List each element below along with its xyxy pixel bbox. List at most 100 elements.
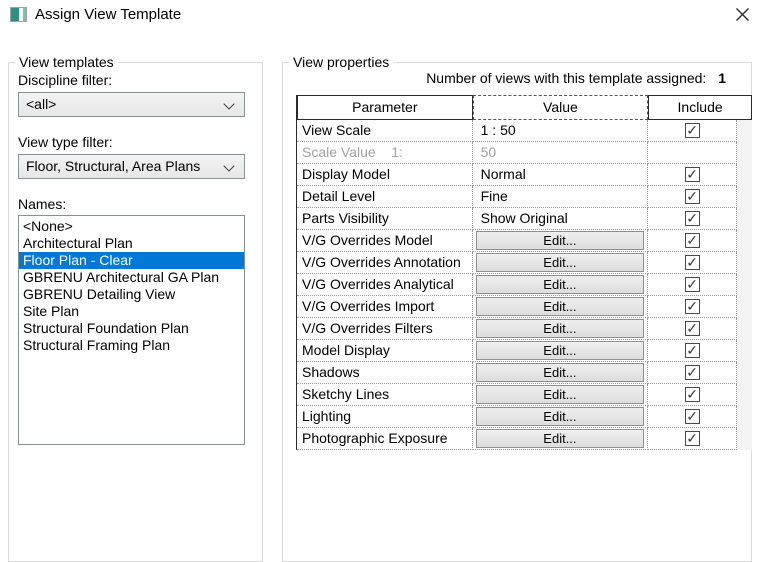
list-item[interactable]: Structural Framing Plan [19, 337, 244, 354]
view-type-filter-label: View type filter: [18, 134, 113, 150]
include-checkbox[interactable]: ✓ [684, 123, 700, 138]
table-row: View Scale 1 : 50 ✓ [297, 120, 752, 142]
include-cell: ✓ [648, 406, 738, 428]
include-checkbox[interactable]: ✓ [684, 409, 700, 424]
value-cell[interactable]: Fine [472, 186, 649, 208]
list-item[interactable]: Architectural Plan [19, 235, 244, 252]
scrollbar-track[interactable] [737, 208, 752, 230]
edit-button[interactable]: Edit... [475, 429, 644, 448]
value-cell: Edit... [472, 296, 649, 318]
parameter-cell: V/G Overrides Model [297, 230, 473, 252]
include-checkbox[interactable]: ✓ [684, 189, 700, 204]
view-type-filter-value: Floor, Structural, Area Plans [26, 158, 201, 174]
value-cell: 50 [472, 142, 649, 164]
include-checkbox[interactable]: ✓ [684, 299, 700, 314]
value-cell: Edit... [472, 340, 649, 362]
parameter-cell: V/G Overrides Import [297, 296, 473, 318]
edit-button[interactable]: Edit... [475, 319, 644, 338]
discipline-filter-value: <all> [26, 96, 57, 112]
edit-button[interactable]: Edit... [475, 253, 644, 272]
parameter-cell: Photographic Exposure [297, 428, 473, 450]
list-item[interactable]: Floor Plan - Clear [19, 252, 244, 269]
include-checkbox[interactable]: ✓ [684, 255, 700, 270]
include-checkbox[interactable]: ✓ [684, 343, 700, 358]
scrollbar-track[interactable] [737, 120, 752, 142]
edit-button[interactable]: Edit... [475, 363, 644, 382]
scrollbar-track[interactable] [737, 428, 752, 450]
value-cell: Edit... [472, 230, 649, 252]
discipline-filter-dropdown[interactable]: <all> [18, 92, 245, 117]
chevron-down-icon [223, 98, 235, 110]
scrollbar-track[interactable] [737, 362, 752, 384]
include-checkbox[interactable]: ✓ [684, 277, 700, 292]
scrollbar-track[interactable] [737, 340, 752, 362]
table-row: V/G Overrides Model Edit... ✓ [297, 230, 752, 252]
include-checkbox[interactable]: ✓ [684, 387, 700, 402]
close-icon [735, 7, 749, 21]
scrollbar-track[interactable] [737, 186, 752, 208]
include-checkbox[interactable]: ✓ [684, 431, 700, 446]
scrollbar-track[interactable] [737, 274, 752, 296]
close-button[interactable] [724, 0, 760, 28]
scrollbar-track[interactable] [737, 318, 752, 340]
names-listbox[interactable]: <None> Architectural Plan Floor Plan - Cle… [18, 215, 245, 445]
include-cell: ✓ [648, 164, 738, 186]
edit-button[interactable]: Edit... [475, 231, 644, 250]
edit-button[interactable]: Edit... [475, 275, 644, 294]
parameter-cell: Detail Level [297, 186, 473, 208]
edit-button[interactable]: Edit... [475, 407, 644, 426]
scrollbar-track[interactable] [737, 384, 752, 406]
list-item[interactable]: Structural Foundation Plan [19, 320, 244, 337]
include-checkbox[interactable]: ✓ [684, 167, 700, 182]
discipline-filter-label: Discipline filter: [18, 72, 113, 88]
scrollbar-track[interactable] [737, 142, 752, 164]
scrollbar-track[interactable] [737, 164, 752, 186]
table-row: Parts Visibility Show Original ✓ [297, 208, 752, 230]
scrollbar-track[interactable] [737, 252, 752, 274]
parameter-cell: Sketchy Lines [297, 384, 473, 406]
table-row: Photographic Exposure Edit... ✓ [297, 428, 752, 450]
include-cell: ✓ [648, 274, 738, 296]
title-bar: Assign View Template [0, 0, 760, 30]
list-item[interactable]: Site Plan [19, 303, 244, 320]
value-cell: Edit... [472, 384, 649, 406]
table-row: V/G Overrides Annotation Edit... ✓ [297, 252, 752, 274]
list-item[interactable]: <None> [19, 218, 244, 235]
column-header-parameter[interactable]: Parameter [297, 95, 473, 120]
table-row: Sketchy Lines Edit... ✓ [297, 384, 752, 406]
value-cell[interactable]: 1 : 50 [472, 120, 649, 142]
scrollbar-track[interactable] [737, 230, 752, 252]
column-header-value[interactable]: Value [472, 95, 649, 120]
include-checkbox[interactable]: ✓ [684, 365, 700, 380]
table-row: Model Display Edit... ✓ [297, 340, 752, 362]
edit-button[interactable]: Edit... [475, 385, 644, 404]
column-header-include[interactable]: Include [648, 95, 752, 120]
include-checkbox[interactable]: ✓ [684, 233, 700, 248]
include-cell: ✓ [648, 362, 738, 384]
list-item[interactable]: GBRENU Detailing View [19, 286, 244, 303]
include-cell: ✓ [648, 230, 738, 252]
include-cell: ✓ [648, 208, 738, 230]
value-cell: Edit... [472, 428, 649, 450]
value-cell[interactable]: Normal [472, 164, 649, 186]
view-type-filter-dropdown[interactable]: Floor, Structural, Area Plans [18, 154, 245, 179]
parameter-cell: Scale Value 1: [297, 142, 473, 164]
table-row: Detail Level Fine ✓ [297, 186, 752, 208]
include-cell: ✓ [648, 384, 738, 406]
edit-button[interactable]: Edit... [475, 297, 644, 316]
include-checkbox[interactable]: ✓ [684, 211, 700, 226]
edit-button[interactable]: Edit... [475, 341, 644, 360]
include-cell: ✓ [648, 252, 738, 274]
properties-table: Parameter Value Include View Scale 1 : 50… [296, 95, 752, 450]
view-properties-group-label: View properties [289, 54, 394, 70]
scrollbar-track[interactable] [737, 406, 752, 428]
value-cell[interactable]: Show Original [472, 208, 649, 230]
view-template-icon [10, 7, 27, 22]
list-item[interactable]: GBRENU Architectural GA Plan [19, 269, 244, 286]
parameter-cell: Shadows [297, 362, 473, 384]
scrollbar-track[interactable] [737, 296, 752, 318]
assigned-count-value: 1 [718, 70, 726, 86]
include-checkbox[interactable]: ✓ [684, 321, 700, 336]
parameter-cell: V/G Overrides Filters [297, 318, 473, 340]
table-row: V/G Overrides Analytical Edit... ✓ [297, 274, 752, 296]
